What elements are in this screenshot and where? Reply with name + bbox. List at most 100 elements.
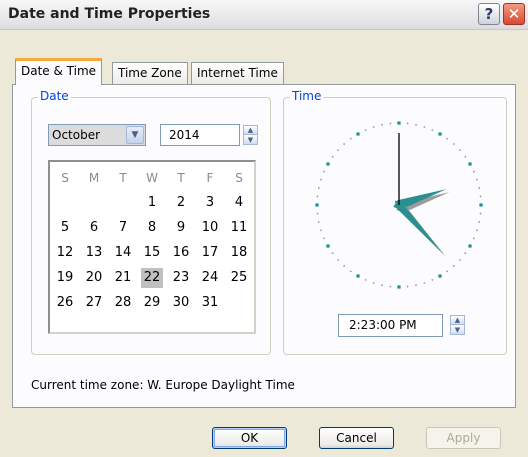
current-timezone-text: Current time zone: W. Europe Daylight Ti… bbox=[31, 378, 295, 392]
clock-hour-mark bbox=[468, 244, 472, 248]
clock-minute-mark bbox=[317, 221, 320, 223]
weekday-header: W bbox=[146, 171, 158, 185]
date-group-label: Date bbox=[38, 89, 71, 103]
clock-minute-mark bbox=[476, 229, 478, 232]
clock-minute-mark bbox=[323, 170, 325, 173]
calendar-day[interactable]: 13 bbox=[83, 243, 105, 263]
window-title: Date and Time Properties bbox=[8, 6, 211, 22]
year-spinner[interactable]: ▲ ▼ bbox=[243, 125, 258, 145]
clock-minute-mark bbox=[479, 212, 482, 215]
month-select[interactable]: October ▼ bbox=[48, 124, 146, 146]
weekday-header: S bbox=[235, 171, 243, 185]
clock-hour-mark bbox=[438, 274, 442, 278]
clock-minute-mark bbox=[459, 149, 461, 152]
calendar-day[interactable]: 29 bbox=[141, 293, 163, 313]
clock-minute-mark bbox=[331, 155, 334, 158]
tab-internet-time[interactable]: Internet Time bbox=[191, 62, 284, 84]
calendar-day[interactable]: 3 bbox=[199, 193, 221, 213]
calendar-day[interactable]: 1 bbox=[141, 193, 163, 213]
tab-label: Internet Time bbox=[197, 66, 278, 80]
calendar-day[interactable]: 28 bbox=[112, 293, 134, 313]
ok-button[interactable]: OK bbox=[212, 427, 287, 449]
cancel-button[interactable]: Cancel bbox=[319, 427, 394, 449]
clock-minute-mark bbox=[316, 195, 319, 198]
clock-minute-mark bbox=[343, 265, 346, 267]
calendar-day[interactable]: 27 bbox=[83, 293, 105, 313]
tab-panel-date-and-time: Date October ▼ 2014 ▲ ▼ SMTWTFS123456789… bbox=[12, 84, 516, 408]
clock-minute-mark bbox=[473, 237, 475, 240]
calendar-day[interactable]: 12 bbox=[54, 243, 76, 263]
chevron-down-icon[interactable]: ▼ bbox=[126, 126, 144, 144]
calendar-day[interactable]: 16 bbox=[170, 243, 192, 263]
calendar-day[interactable]: 7 bbox=[112, 218, 134, 238]
clock-minute-mark bbox=[464, 252, 467, 255]
clock-minute-mark bbox=[317, 187, 320, 189]
calendar-day[interactable]: 31 bbox=[199, 293, 221, 313]
clock-hour-mark bbox=[326, 244, 330, 248]
time-spinner[interactable]: ▲ ▼ bbox=[450, 315, 465, 335]
clock-minute-mark bbox=[446, 270, 449, 273]
month-calendar[interactable]: S M T W T F S 1 2 3 4 5 6 7 8 9 10 11 12 13 14 15 16 17 18 19 20 21… bbox=[48, 160, 256, 334]
calendar-day[interactable]: 8 bbox=[141, 218, 163, 238]
year-input[interactable]: 2014 bbox=[160, 124, 240, 146]
help-button[interactable]: ? bbox=[478, 3, 500, 25]
clock-hour-mark bbox=[397, 285, 401, 289]
month-value: October bbox=[52, 128, 101, 142]
title-bar[interactable]: Date and Time Properties ? ✕ bbox=[0, 0, 528, 30]
clock-minute-mark bbox=[316, 212, 319, 215]
calendar-day-selected[interactable]: 22 bbox=[141, 268, 163, 288]
clock-minute-mark bbox=[415, 284, 417, 287]
weekday-header: T bbox=[119, 171, 127, 185]
spin-down-icon[interactable]: ▼ bbox=[244, 135, 257, 144]
calendar-day[interactable]: 21 bbox=[112, 268, 134, 288]
clock-minute-mark bbox=[349, 137, 352, 140]
calendar-day[interactable]: 26 bbox=[54, 293, 76, 313]
calendar-day[interactable]: 18 bbox=[228, 243, 250, 263]
calendar-day[interactable]: 24 bbox=[199, 268, 221, 288]
date-time-properties-window: Date and Time Properties ? ✕ Date & Time… bbox=[0, 0, 528, 457]
clock-minute-mark bbox=[364, 279, 367, 281]
time-input[interactable]: 2:23:00 PM bbox=[338, 314, 443, 337]
calendar-day[interactable]: 2 bbox=[170, 193, 192, 213]
tab-date-and-time[interactable]: Date & Time bbox=[15, 58, 103, 85]
calendar-day[interactable]: 9 bbox=[170, 218, 192, 238]
clock-minute-mark bbox=[337, 149, 339, 152]
calendar-day[interactable]: 25 bbox=[228, 268, 250, 288]
clock-minute-mark bbox=[452, 143, 455, 145]
time-group: Time 2:23:00 PM ▲ ▼ bbox=[283, 89, 507, 355]
calendar-day[interactable]: 15 bbox=[141, 243, 163, 263]
clock-minute-mark bbox=[343, 143, 346, 145]
clock-minute-mark bbox=[320, 178, 322, 181]
tab-time-zone[interactable]: Time Zone bbox=[112, 62, 188, 84]
spin-up-icon[interactable]: ▲ bbox=[451, 316, 464, 325]
calendar-day[interactable]: 23 bbox=[170, 268, 192, 288]
spin-up-icon[interactable]: ▲ bbox=[244, 126, 257, 135]
year-value: 2014 bbox=[169, 128, 200, 142]
clock-minute-mark bbox=[323, 237, 325, 240]
clock-minute-mark bbox=[452, 265, 455, 267]
calendar-day[interactable]: 5 bbox=[54, 218, 76, 238]
close-icon: ✕ bbox=[507, 5, 521, 23]
apply-button[interactable]: Apply bbox=[426, 427, 501, 449]
calendar-day[interactable]: 4 bbox=[228, 193, 250, 213]
clock-minute-mark bbox=[423, 126, 426, 128]
calendar-day[interactable]: 19 bbox=[54, 268, 76, 288]
time-group-label: Time bbox=[290, 89, 324, 103]
clock-hour-mark bbox=[468, 162, 472, 166]
clock-minute-hand bbox=[394, 200, 444, 255]
clock-minute-mark bbox=[381, 284, 383, 287]
calendar-day[interactable]: 14 bbox=[112, 243, 134, 263]
clock-minute-mark bbox=[406, 285, 409, 288]
calendar-day[interactable]: 20 bbox=[83, 268, 105, 288]
calendar-day[interactable]: 17 bbox=[199, 243, 221, 263]
close-button[interactable]: ✕ bbox=[503, 3, 525, 25]
calendar-day[interactable]: 11 bbox=[228, 218, 250, 238]
spin-down-icon[interactable]: ▼ bbox=[451, 325, 464, 334]
calendar-day[interactable]: 10 bbox=[199, 218, 221, 238]
clock-minute-mark bbox=[364, 129, 367, 131]
clock-minute-mark bbox=[415, 123, 417, 126]
calendar-day[interactable]: 6 bbox=[83, 218, 105, 238]
clock-minute-mark bbox=[431, 279, 434, 281]
calendar-day[interactable]: 30 bbox=[170, 293, 192, 313]
clock-hour-mark bbox=[326, 162, 330, 166]
